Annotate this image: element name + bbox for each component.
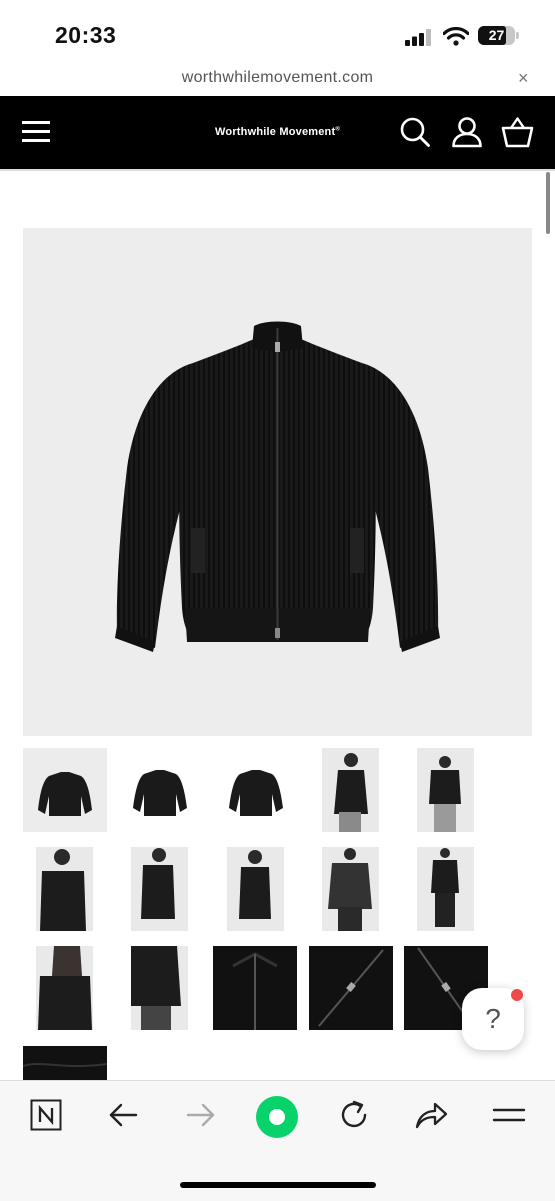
cellular-signal-icon xyxy=(405,29,431,46)
thumbnail-2[interactable] xyxy=(118,748,202,832)
thumbnail-12[interactable] xyxy=(131,946,188,1030)
model-layered-thumbnail xyxy=(328,848,372,931)
brand-mark: ® xyxy=(335,126,340,133)
reload-icon[interactable] xyxy=(338,1099,370,1131)
help-button[interactable]: ? xyxy=(462,988,524,1050)
model-open-thumbnail xyxy=(429,756,461,832)
browser-toolbar xyxy=(0,1080,555,1201)
status-bar: 20:33 27 xyxy=(0,0,555,60)
account-icon[interactable] xyxy=(451,116,483,148)
site-header: Worthwhile Movement® xyxy=(0,96,555,169)
header-divider xyxy=(0,169,555,171)
notification-dot xyxy=(511,989,523,1001)
wifi-icon xyxy=(443,27,469,46)
model-full-thumbnail xyxy=(431,848,459,927)
thumbnail-8[interactable] xyxy=(227,847,284,931)
thumbnail-7[interactable] xyxy=(131,847,188,931)
thumbnail-1[interactable] xyxy=(23,748,107,832)
model-back-thumbnail xyxy=(239,850,271,919)
model-arm-thumbnail xyxy=(131,946,181,1030)
scrollbar-thumb[interactable] xyxy=(546,172,550,234)
thumbnail-9[interactable] xyxy=(322,847,379,931)
cardigan-flat-thumbnail xyxy=(229,770,283,816)
menu-lines-icon[interactable] xyxy=(492,1105,526,1127)
back-arrow-icon[interactable] xyxy=(108,1101,138,1129)
share-icon[interactable] xyxy=(414,1099,448,1131)
thumbnail-13[interactable] xyxy=(213,946,297,1030)
url-text[interactable]: worthwhilemovement.com xyxy=(0,69,555,87)
zipper-detail-thumbnail xyxy=(318,949,384,1027)
thumbnail-11[interactable] xyxy=(36,946,93,1030)
collar-detail-thumbnail xyxy=(232,952,278,1030)
battery-level: 27 xyxy=(488,27,505,43)
battery-icon: 27 xyxy=(478,26,519,45)
cardigan-front-thumbnail xyxy=(38,772,92,816)
forward-arrow-icon[interactable] xyxy=(186,1101,216,1129)
thumbnail-14[interactable] xyxy=(309,946,393,1030)
brand-name: Worthwhile Movement xyxy=(215,126,336,138)
model-hair-thumbnail xyxy=(38,946,92,1030)
cardigan-back-thumbnail xyxy=(133,770,187,816)
black-knit-zip-cardigan-image xyxy=(115,321,440,652)
status-time: 20:33 xyxy=(55,22,117,48)
search-icon[interactable] xyxy=(399,116,431,148)
close-icon[interactable]: × xyxy=(518,68,529,89)
thumbnail-6[interactable] xyxy=(36,847,93,931)
url-bar[interactable]: worthwhilemovement.com × xyxy=(0,60,555,96)
thumbnail-16[interactable] xyxy=(23,1046,107,1080)
naver-icon[interactable] xyxy=(30,1099,62,1131)
model-closeup-thumbnail xyxy=(40,849,86,931)
thumbnail-10[interactable] xyxy=(417,847,474,931)
product-main-image[interactable] xyxy=(23,228,532,736)
cart-icon[interactable] xyxy=(501,116,534,148)
thumbnail-4[interactable] xyxy=(322,748,379,832)
model-side-thumbnail xyxy=(141,848,175,919)
model-front-thumbnail xyxy=(334,753,368,832)
green-dot-icon[interactable] xyxy=(256,1096,298,1138)
knit-texture-thumbnail xyxy=(23,1063,107,1067)
home-indicator xyxy=(180,1182,376,1188)
thumbnail-3[interactable] xyxy=(214,748,298,832)
thumbnail-5[interactable] xyxy=(417,748,474,832)
